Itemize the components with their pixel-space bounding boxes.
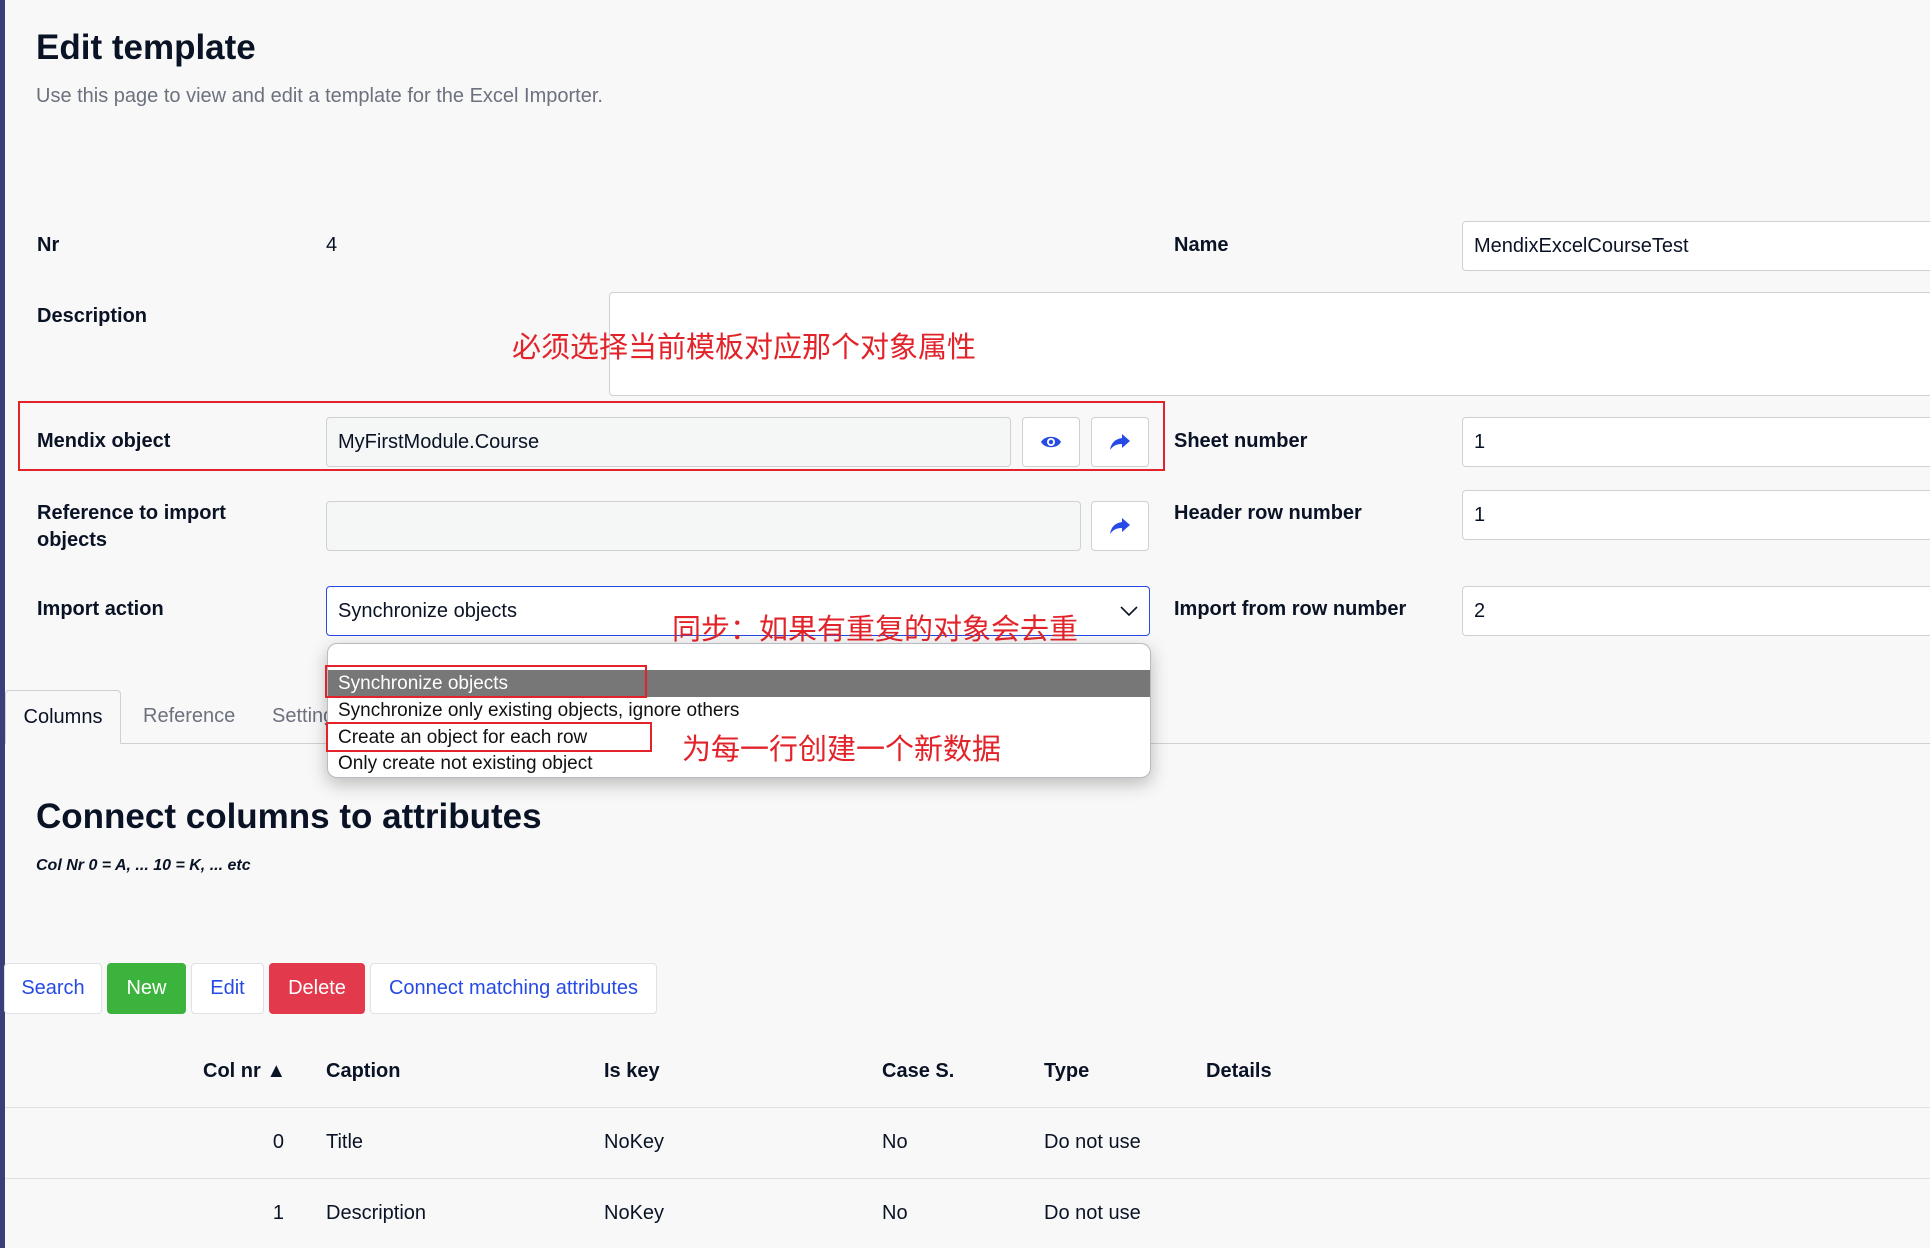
highlight-synchronize-option [325, 665, 647, 698]
cell-case-sensitive: No [882, 1202, 908, 1224]
search-button[interactable]: Search [4, 963, 102, 1014]
nr-value: 4 [326, 234, 338, 256]
dropdown-option-synchronize-existing[interactable]: Synchronize only existing objects, ignor… [328, 697, 1150, 724]
share-arrow-icon [1110, 518, 1130, 534]
table-header-divider [5, 1107, 1930, 1108]
reference-label: Reference to import objects [37, 502, 226, 551]
connect-matching-attributes-button[interactable]: Connect matching attributes [370, 963, 657, 1014]
column-header-case-sensitive[interactable]: Case S. [882, 1060, 954, 1083]
cell-caption: Description [326, 1202, 427, 1224]
tab-columns[interactable]: Columns [5, 690, 121, 744]
import-action-label: Import action [37, 598, 164, 620]
cell-is-key: NoKey [604, 1202, 665, 1224]
view-object-button[interactable] [1022, 417, 1080, 467]
page-subtitle: Use this page to view and edit a templat… [36, 85, 603, 107]
name-label: Name [1174, 234, 1229, 256]
section-title: Connect columns to attributes [36, 797, 542, 836]
cell-type: Do not use [1044, 1202, 1141, 1224]
nr-label: Nr [37, 234, 60, 256]
column-header-details[interactable]: Details [1206, 1060, 1272, 1083]
column-number-hint: Col Nr 0 = A, ... 10 = K, ... etc [36, 857, 251, 874]
annotation-mendix-object: 必须选择当前模板对应那个对象属性 [512, 330, 977, 364]
select-object-button[interactable] [1091, 417, 1149, 467]
eye-icon [1041, 436, 1061, 448]
cell-case-sensitive: No [882, 1131, 908, 1153]
delete-button[interactable]: Delete [269, 963, 365, 1014]
mendix-object-label: Mendix object [37, 430, 171, 452]
select-reference-button[interactable] [1091, 501, 1149, 551]
sheet-number-label: Sheet number [1174, 430, 1308, 452]
cell-type: Do not use [1044, 1131, 1141, 1153]
annotation-create-each-row: 为每一行创建一个新数据 [682, 732, 1002, 766]
cell-is-key: NoKey [604, 1131, 665, 1153]
name-input[interactable]: MendixExcelCourseTest [1462, 221, 1930, 271]
header-row-input[interactable]: 1 [1462, 490, 1930, 540]
column-header-is-key[interactable]: Is key [604, 1060, 660, 1083]
tab-reference[interactable]: Reference [143, 705, 235, 728]
column-header-type[interactable]: Type [1044, 1060, 1089, 1083]
window-left-edge [0, 0, 5, 1248]
cell-col-nr: 1 [272, 1202, 284, 1224]
import-action-value: Synchronize objects [338, 599, 517, 622]
sheet-number-input[interactable]: 1 [1462, 417, 1930, 467]
chevron-down-icon [1120, 606, 1138, 616]
edit-button[interactable]: Edit [191, 963, 264, 1014]
annotation-synchronize: 同步：如果有重复的对象会去重 [672, 612, 1079, 646]
column-header-col-nr[interactable]: Col nr ▲ [203, 1060, 286, 1083]
new-button[interactable]: New [107, 963, 186, 1014]
reference-input[interactable] [326, 501, 1081, 551]
import-from-row-input[interactable]: 2 [1462, 586, 1930, 636]
cell-caption: Title [326, 1131, 364, 1153]
import-from-row-label: Import from row number [1174, 598, 1407, 620]
page-title: Edit template [36, 28, 256, 67]
header-row-label: Header row number [1174, 502, 1362, 524]
mendix-object-input[interactable]: MyFirstModule.Course [326, 417, 1011, 467]
share-arrow-icon [1110, 434, 1130, 450]
table-row-divider [5, 1178, 1930, 1179]
description-label: Description [37, 305, 148, 327]
cell-col-nr: 0 [272, 1131, 284, 1153]
column-header-caption[interactable]: Caption [326, 1060, 400, 1083]
highlight-create-option [326, 722, 652, 752]
